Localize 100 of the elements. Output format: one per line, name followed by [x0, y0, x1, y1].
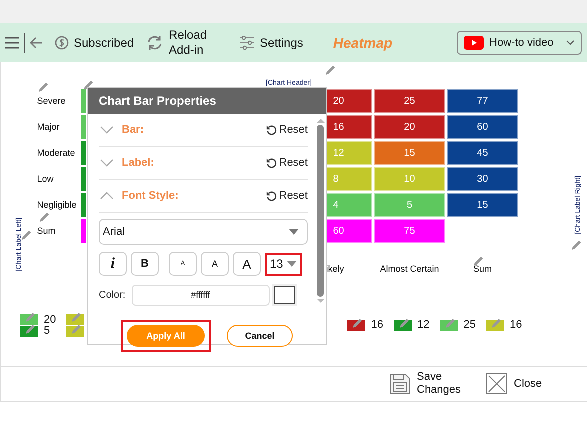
reload-icon	[146, 34, 164, 50]
row-label: Major	[37, 120, 61, 134]
color-swatch[interactable]	[274, 286, 295, 304]
color-label: Color:	[99, 290, 126, 300]
heatmap-cell: 10	[374, 167, 446, 191]
pencil-icon[interactable]	[444, 318, 456, 330]
pencil-icon[interactable]	[571, 240, 582, 251]
legend-swatch[interactable]	[20, 326, 38, 337]
reset-button[interactable]: Reset	[266, 157, 308, 169]
legend-swatch[interactable]	[66, 326, 84, 337]
font-style-button[interactable]: B	[131, 252, 159, 276]
pencil-icon[interactable]	[24, 324, 36, 336]
subscribed-button[interactable]: Subscribed	[55, 36, 134, 50]
pencil-icon[interactable]	[21, 230, 32, 241]
pencil-icon[interactable]	[38, 82, 49, 93]
settings-button[interactable]: Settings	[239, 36, 304, 50]
column-label: Sum	[472, 264, 493, 274]
dollar-icon	[55, 36, 69, 50]
font-style-button[interactable]: A	[233, 252, 261, 276]
section-header[interactable]: Label: Reset	[99, 147, 308, 180]
pencil-icon[interactable]	[325, 65, 336, 76]
row-label: Negligible	[37, 198, 78, 212]
chevron-down-icon	[566, 40, 575, 46]
undo-icon	[266, 190, 278, 202]
section-label: Label:	[122, 157, 156, 169]
font-size-select[interactable]: 13	[265, 252, 302, 276]
font-style-button[interactable]: A	[201, 252, 229, 276]
heatmap-cell: 60	[447, 115, 518, 139]
pencil-icon[interactable]	[490, 318, 502, 330]
column-label: Almost Certain	[379, 264, 440, 274]
scroll-down-icon[interactable]	[316, 299, 324, 304]
font-family-select[interactable]: Arial	[99, 219, 308, 245]
heatmap-cell: 25	[374, 89, 446, 113]
legend-value: 12	[418, 320, 430, 331]
row-label: Low	[37, 172, 55, 186]
heatmap-cell: 12	[326, 141, 372, 165]
app-title: Heatmap	[333, 34, 393, 50]
pencil-icon[interactable]	[473, 256, 484, 267]
heatmap-cell: 20	[374, 115, 446, 139]
legend-value: 25	[464, 320, 476, 331]
legend-swatch[interactable]	[440, 320, 458, 331]
scroll-up-icon[interactable]	[316, 118, 324, 123]
heatmap-cell: 16	[326, 115, 372, 139]
reset-button[interactable]: Reset	[266, 124, 308, 136]
legend-value: 16	[510, 320, 522, 331]
play-icon	[464, 36, 484, 50]
legend-swatch[interactable]	[347, 320, 366, 331]
reset-button[interactable]: Reset	[266, 190, 308, 202]
legend-swatch[interactable]	[66, 314, 84, 325]
save-button[interactable]: Save Changes	[389, 371, 461, 397]
heatmap-cell: 77	[447, 89, 518, 113]
close-button[interactable]: Close	[486, 373, 542, 395]
dialog-title: Chart Bar Properties	[99, 94, 216, 108]
section-label: Bar:	[122, 124, 146, 136]
heatmap-cell: 15	[447, 193, 518, 217]
heatmap-cell: 45	[447, 141, 518, 165]
pencil-icon[interactable]	[24, 312, 36, 324]
pencil-icon[interactable]	[83, 80, 94, 91]
legend-swatch[interactable]	[20, 314, 38, 325]
heatmap-cell: 8	[326, 167, 372, 191]
pencil-icon[interactable]	[70, 324, 82, 336]
section-header[interactable]: Bar: Reset	[99, 114, 308, 147]
reload-button[interactable]: Reload Add-in	[146, 28, 210, 58]
heatmap-cell: 30	[447, 167, 518, 191]
font-style-button[interactable]: i	[99, 252, 127, 276]
video-dropdown[interactable]: How-to video	[456, 30, 582, 54]
close-icon	[486, 373, 508, 395]
heatmap-cell: 4	[326, 193, 372, 217]
heatmap-cell: 15	[374, 141, 446, 165]
heatmap-cell: 75	[374, 219, 446, 243]
back-arrow-icon[interactable]	[30, 36, 43, 48]
sliders-icon	[239, 36, 256, 50]
legend-value: 20	[44, 314, 56, 326]
column-label: ikely	[326, 264, 346, 274]
legend-swatch[interactable]	[394, 320, 412, 331]
heatmap-cell: 60	[326, 219, 372, 243]
dropdown-arrow-icon	[289, 229, 299, 235]
undo-icon	[266, 158, 278, 168]
pencil-icon[interactable]	[351, 318, 364, 330]
legend-value: 5	[44, 326, 52, 336]
menu-icon[interactable]	[4, 36, 20, 50]
legend-swatch[interactable]	[486, 320, 504, 331]
pencil-icon[interactable]	[398, 318, 410, 330]
color-field[interactable]: #ffffff	[132, 284, 270, 306]
heatmap-cell: 20	[326, 89, 372, 113]
row-label: Severe	[37, 94, 67, 108]
chevron-down-icon	[100, 159, 114, 167]
dropdown-arrow-icon	[287, 261, 297, 267]
cancel-button[interactable]: Cancel	[227, 325, 293, 347]
row-label: Sum	[37, 224, 57, 238]
section-label: Font Style:	[122, 190, 180, 202]
legend-value: 16	[371, 320, 384, 331]
pencil-icon[interactable]	[70, 312, 82, 324]
row-label: Moderate	[37, 146, 76, 160]
chevron-up-icon	[100, 192, 114, 200]
chevron-down-icon	[100, 126, 114, 134]
pencil-icon[interactable]	[39, 212, 50, 223]
heatmap-cell: 5	[374, 193, 446, 217]
undo-icon	[266, 124, 278, 136]
section-header[interactable]: Font Style: Reset	[99, 180, 308, 213]
